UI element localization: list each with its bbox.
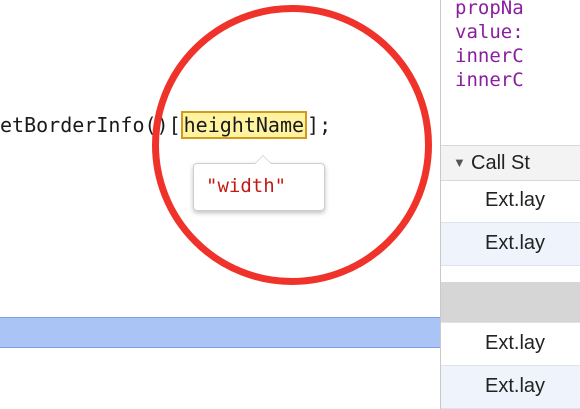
- value-tooltip: "width": [193, 155, 325, 211]
- scope-variable[interactable]: propNa: [455, 0, 524, 20]
- scope-variable[interactable]: value:: [455, 20, 524, 44]
- code-text-suffix: ];: [307, 113, 332, 137]
- frame-label: Ext.lay: [485, 189, 546, 211]
- tooltip-value: "width": [206, 175, 287, 197]
- call-stack-frame[interactable]: Ext.lay: [441, 223, 580, 266]
- call-stack-header[interactable]: ▼ Call St: [441, 145, 580, 181]
- call-stack-frame[interactable]: Ext.lay: [441, 366, 580, 409]
- code-text-prefix: etBorderInfo()[: [0, 113, 181, 137]
- debugger-sidebar: propNa value: innerC innerC ▼ Call St Ex…: [441, 0, 580, 409]
- frame-label: Ext.lay: [485, 375, 546, 397]
- frame-label: Ext.lay: [485, 332, 546, 354]
- call-stack-title: Call St: [471, 152, 530, 174]
- call-stack-frame[interactable]: Ext.lay: [441, 180, 580, 223]
- current-execution-line[interactable]: [0, 317, 440, 348]
- annotation-circle: [152, 5, 432, 285]
- frame-label: Ext.lay: [485, 232, 546, 254]
- scope-variable[interactable]: innerC: [455, 68, 524, 92]
- call-stack-frame[interactable]: Ext.lay: [441, 323, 580, 366]
- source-code-pane: etBorderInfo()[heightName]; "width": [0, 0, 440, 409]
- scope-variable[interactable]: innerC: [455, 44, 524, 68]
- call-stack-frame-selected[interactable]: [441, 282, 580, 323]
- code-line[interactable]: etBorderInfo()[heightName];: [0, 110, 331, 140]
- triangle-down-icon: ▼: [453, 155, 466, 170]
- highlighted-token[interactable]: heightName: [180, 111, 308, 139]
